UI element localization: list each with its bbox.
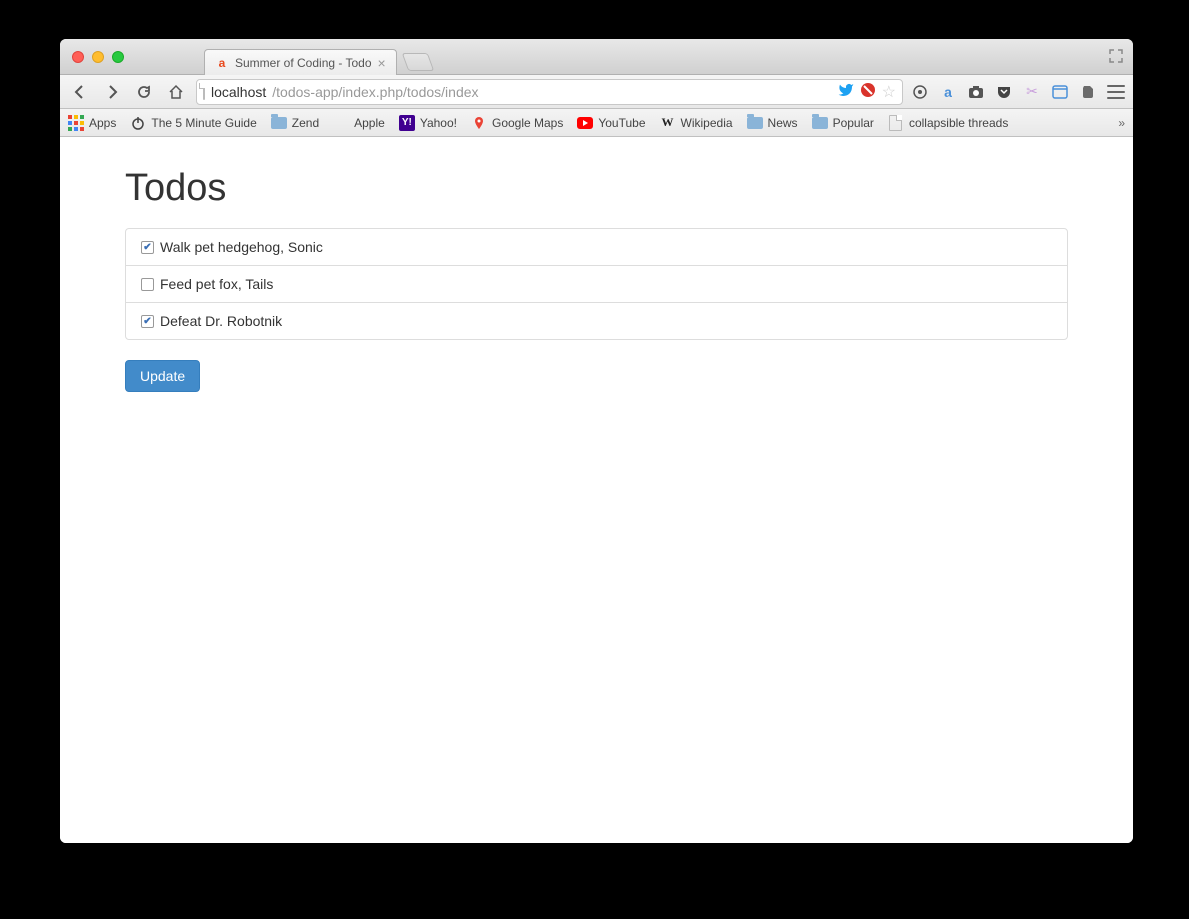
titlebar: a Summer of Coding - Todo × <box>60 39 1133 75</box>
bookmark-label: YouTube <box>598 116 645 130</box>
list-item: Feed pet fox, Tails <box>126 266 1067 303</box>
new-tab-button[interactable] <box>401 53 434 71</box>
bookmarks-bar: Apps The 5 Minute Guide Zend Apple Y! Ya… <box>60 109 1133 137</box>
extension-icon-scissors[interactable]: ✂ <box>1023 83 1041 101</box>
bookmark-yahoo[interactable]: Y! Yahoo! <box>399 115 457 131</box>
twitter-icon[interactable] <box>838 82 854 101</box>
bookmark-label: Apps <box>89 116 116 130</box>
home-button[interactable] <box>164 80 188 104</box>
browser-toolbar: localhost/todos-app/index.php/todos/inde… <box>60 75 1133 109</box>
bookmark-wikipedia[interactable]: W Wikipedia <box>660 115 733 131</box>
page-icon <box>888 115 904 131</box>
google-maps-icon <box>471 115 487 131</box>
star-icon[interactable]: ☆ <box>882 82 896 102</box>
extension-icons: a ✂ <box>911 83 1125 101</box>
reload-button[interactable] <box>132 80 156 104</box>
extension-icon-window[interactable] <box>1051 83 1069 101</box>
bookmark-label: Google Maps <box>492 116 563 130</box>
bookmark-collapsible[interactable]: collapsible threads <box>888 115 1008 131</box>
url-bar[interactable]: localhost/todos-app/index.php/todos/inde… <box>196 79 903 105</box>
todo-label: Defeat Dr. Robotnik <box>160 313 282 329</box>
browser-window: a Summer of Coding - Todo × localhos <box>60 39 1133 843</box>
todo-checkbox[interactable] <box>141 241 154 254</box>
folder-icon <box>271 115 287 131</box>
wikipedia-icon: W <box>660 115 676 131</box>
bookmark-gmaps[interactable]: Google Maps <box>471 115 563 131</box>
bookmark-zend[interactable]: Zend <box>271 115 319 131</box>
window-controls <box>60 51 124 63</box>
bookmark-news[interactable]: News <box>747 115 798 131</box>
fullscreen-icon[interactable] <box>1109 49 1123 63</box>
bookmark-label: News <box>768 116 798 130</box>
folder-icon <box>812 115 828 131</box>
page-content: Todos Walk pet hedgehog, Sonic Feed pet … <box>60 137 1133 843</box>
power-icon <box>130 115 146 131</box>
tab-favicon-icon: a <box>215 56 229 70</box>
urlbar-action-icons: ☆ <box>838 82 896 102</box>
bookmark-youtube[interactable]: YouTube <box>577 115 645 131</box>
evernote-icon[interactable] <box>1079 83 1097 101</box>
apps-grid-icon <box>68 115 84 131</box>
page-icon <box>203 84 205 99</box>
youtube-icon <box>577 115 593 131</box>
bookmark-label: The 5 Minute Guide <box>151 116 256 130</box>
zoom-window-button[interactable] <box>112 51 124 63</box>
bookmark-popular[interactable]: Popular <box>812 115 874 131</box>
yahoo-icon: Y! <box>399 115 415 131</box>
browser-tab[interactable]: a Summer of Coding - Todo × <box>204 49 397 75</box>
url-path: /todos-app/index.php/todos/index <box>272 84 478 100</box>
list-item: Walk pet hedgehog, Sonic <box>126 229 1067 266</box>
folder-icon <box>747 115 763 131</box>
tab-strip: a Summer of Coding - Todo × <box>204 39 431 74</box>
hamburger-menu-icon[interactable] <box>1107 85 1125 99</box>
update-button[interactable]: Update <box>125 360 200 392</box>
close-window-button[interactable] <box>72 51 84 63</box>
pocket-icon[interactable] <box>995 83 1013 101</box>
forward-button[interactable] <box>100 80 124 104</box>
extension-icon-a[interactable]: a <box>939 83 957 101</box>
bookmark-label: Wikipedia <box>681 116 733 130</box>
bookmark-5minute[interactable]: The 5 Minute Guide <box>130 115 256 131</box>
list-item: Defeat Dr. Robotnik <box>126 303 1067 339</box>
bookmark-label: Zend <box>292 116 319 130</box>
todo-checkbox[interactable] <box>141 278 154 291</box>
bookmark-label: Popular <box>833 116 874 130</box>
bookmark-apps[interactable]: Apps <box>68 115 116 131</box>
url-host: localhost <box>211 84 266 100</box>
apple-icon <box>333 115 349 131</box>
minimize-window-button[interactable] <box>92 51 104 63</box>
todo-label: Feed pet fox, Tails <box>160 276 273 292</box>
todos-list: Walk pet hedgehog, Sonic Feed pet fox, T… <box>125 228 1068 340</box>
todo-label: Walk pet hedgehog, Sonic <box>160 239 323 255</box>
bookmark-apple[interactable]: Apple <box>333 115 385 131</box>
bookmark-label: Yahoo! <box>420 116 457 130</box>
extension-icon-circle[interactable] <box>911 83 929 101</box>
todo-checkbox[interactable] <box>141 315 154 328</box>
bookmark-label: Apple <box>354 116 385 130</box>
adblock-icon[interactable] <box>860 82 876 101</box>
back-button[interactable] <box>68 80 92 104</box>
bookmark-label: collapsible threads <box>909 116 1008 130</box>
tab-title: Summer of Coding - Todo <box>235 56 372 70</box>
bookmarks-overflow-icon[interactable]: » <box>1118 116 1125 130</box>
page-title: Todos <box>125 167 1068 210</box>
close-tab-icon[interactable]: × <box>378 56 386 70</box>
extension-icon-camera[interactable] <box>967 83 985 101</box>
